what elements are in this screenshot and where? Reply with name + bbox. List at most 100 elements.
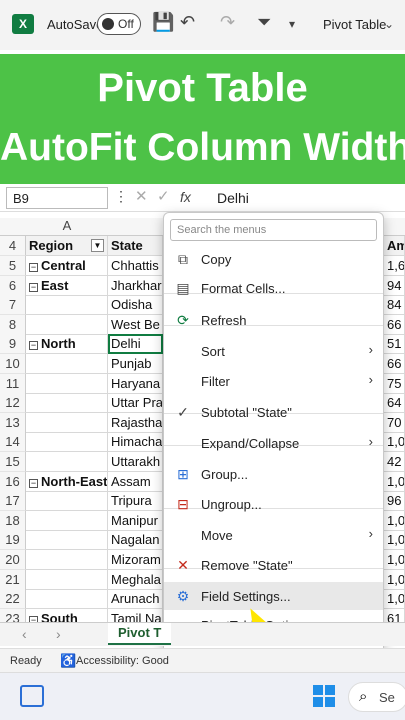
row-number[interactable]: 16: [0, 471, 26, 492]
state-cell[interactable]: Uttar Pra: [108, 393, 163, 414]
region-cell[interactable]: [26, 393, 108, 414]
undo-icon[interactable]: ↶: [180, 12, 195, 33]
collapse-icon[interactable]: −: [29, 263, 38, 272]
row-number[interactable]: 8: [0, 314, 26, 335]
row-number[interactable]: 7: [0, 295, 26, 316]
region-cell[interactable]: [26, 354, 108, 374]
menu-item-copy[interactable]: ⧉ Copy: [164, 245, 383, 273]
menu-item-expand-collapse[interactable]: Expand/Collapse ›: [164, 429, 383, 457]
redo-icon[interactable]: ↷: [220, 12, 235, 33]
menu-item-format-cells[interactable]: ▤ Format Cells...: [164, 274, 383, 302]
customize-toolbar-icon[interactable]: ▾: [289, 17, 295, 31]
row-number[interactable]: 22: [0, 589, 26, 610]
row-number[interactable]: 4: [0, 236, 26, 256]
amount-header-cell[interactable]: Am: [384, 236, 405, 256]
row-number[interactable]: 5: [0, 256, 26, 276]
autosave-toggle[interactable]: Off: [97, 13, 141, 35]
state-cell[interactable]: Uttarakh: [108, 452, 163, 472]
menu-item-field-settings[interactable]: ⚙ Field Settings...: [164, 582, 383, 610]
region-header-cell[interactable]: Region ▼: [26, 236, 108, 256]
region-cell[interactable]: [26, 510, 108, 531]
save-icon[interactable]: 💾: [152, 12, 174, 33]
column-header-a[interactable]: A: [26, 218, 108, 236]
state-header-cell[interactable]: State: [108, 236, 163, 256]
menu-item-remove-state[interactable]: ✕ Remove "State": [164, 551, 383, 579]
menu-item-ungroup[interactable]: ⊟ Ungroup...: [164, 490, 383, 518]
region-cell[interactable]: [26, 530, 108, 551]
menu-item-group[interactable]: ⊞ Group...: [164, 460, 383, 488]
menu-item-refresh[interactable]: ⟳ Refresh: [164, 306, 383, 334]
amount-cell[interactable]: 70: [384, 412, 405, 433]
widgets-icon[interactable]: [20, 685, 44, 707]
more-options-icon[interactable]: ⋮: [114, 188, 128, 205]
row-number[interactable]: 17: [0, 491, 26, 512]
amount-cell[interactable]: 51: [384, 334, 405, 355]
amount-cell[interactable]: 1,08: [384, 589, 405, 610]
state-cell[interactable]: West Be: [108, 314, 163, 335]
region-cell[interactable]: [26, 589, 108, 610]
amount-cell[interactable]: 75: [384, 373, 405, 394]
amount-cell[interactable]: 1,01: [384, 432, 405, 453]
collapse-icon[interactable]: −: [29, 282, 38, 292]
amount-cell[interactable]: 42: [384, 452, 405, 472]
state-cell[interactable]: Mizoram: [108, 550, 163, 570]
amount-cell[interactable]: 1,00: [384, 510, 405, 531]
row-number[interactable]: 10: [0, 354, 26, 374]
region-cell[interactable]: [26, 373, 108, 394]
windows-start-icon[interactable]: [313, 685, 335, 707]
row-number[interactable]: 14: [0, 432, 26, 453]
amount-cell[interactable]: 1,09: [384, 569, 405, 590]
row-number[interactable]: 19: [0, 530, 26, 551]
amount-cell[interactable]: 96: [384, 491, 405, 512]
region-cell[interactable]: [26, 314, 108, 335]
amount-cell[interactable]: 1,00: [384, 471, 405, 492]
function-icon[interactable]: fx: [180, 189, 191, 205]
state-cell[interactable]: Assam: [108, 471, 163, 492]
row-number[interactable]: 12: [0, 393, 26, 414]
region-cell[interactable]: [26, 452, 108, 472]
region-cell[interactable]: [26, 491, 108, 512]
name-box[interactable]: B9: [6, 187, 108, 209]
column-header-c[interactable]: [384, 218, 405, 236]
region-cell[interactable]: [26, 432, 108, 453]
row-number[interactable]: 13: [0, 412, 26, 433]
state-cell[interactable]: Nagalan: [108, 530, 163, 551]
amount-cell[interactable]: 66: [384, 354, 405, 374]
filter-dropdown-icon[interactable]: ▼: [91, 239, 104, 252]
region-cell[interactable]: − East: [26, 275, 108, 296]
amount-cell[interactable]: 94: [384, 275, 405, 296]
state-cell[interactable]: Haryana: [108, 373, 163, 394]
region-cell[interactable]: [26, 550, 108, 570]
state-cell[interactable]: Odisha: [108, 295, 163, 316]
row-number[interactable]: 11: [0, 373, 26, 394]
taskbar-search[interactable]: ⌕ Se: [348, 682, 405, 712]
state-cell[interactable]: Arunach: [108, 589, 163, 610]
row-number[interactable]: 6: [0, 275, 26, 296]
amount-cell[interactable]: 1,02: [384, 550, 405, 570]
menu-search-input[interactable]: Search the menus: [170, 219, 377, 241]
chevron-down-icon[interactable]: ⌄: [384, 17, 394, 31]
region-cell[interactable]: [26, 412, 108, 433]
amount-cell[interactable]: 64: [384, 393, 405, 414]
menu-item-sort[interactable]: Sort ›: [164, 337, 383, 365]
row-number[interactable]: 20: [0, 550, 26, 570]
row-number[interactable]: 15: [0, 452, 26, 472]
prev-sheet-icon[interactable]: ‹: [22, 626, 27, 642]
document-title[interactable]: Pivot Table: [323, 17, 386, 32]
amount-cell[interactable]: 84: [384, 295, 405, 316]
amount-cell[interactable]: 66: [384, 314, 405, 335]
state-cell[interactable]: Manipur: [108, 510, 163, 531]
state-cell[interactable]: Himacha: [108, 432, 163, 453]
sheet-tab-pivot[interactable]: Pivot T: [108, 623, 172, 645]
status-accessibility[interactable]: Accessibility: Good: [76, 655, 169, 667]
state-cell[interactable]: Chhattis: [108, 256, 163, 276]
filter-icon[interactable]: ⏷: [257, 12, 271, 33]
menu-item-filter[interactable]: Filter ›: [164, 367, 383, 395]
amount-cell[interactable]: 1,66: [384, 256, 405, 276]
collapse-icon[interactable]: −: [29, 341, 38, 351]
region-cell[interactable]: − Central: [26, 256, 108, 276]
collapse-icon[interactable]: −: [29, 478, 38, 488]
row-number[interactable]: 21: [0, 569, 26, 590]
state-cell[interactable]: Jharkhar: [108, 275, 163, 296]
amount-cell[interactable]: 1,01: [384, 530, 405, 551]
